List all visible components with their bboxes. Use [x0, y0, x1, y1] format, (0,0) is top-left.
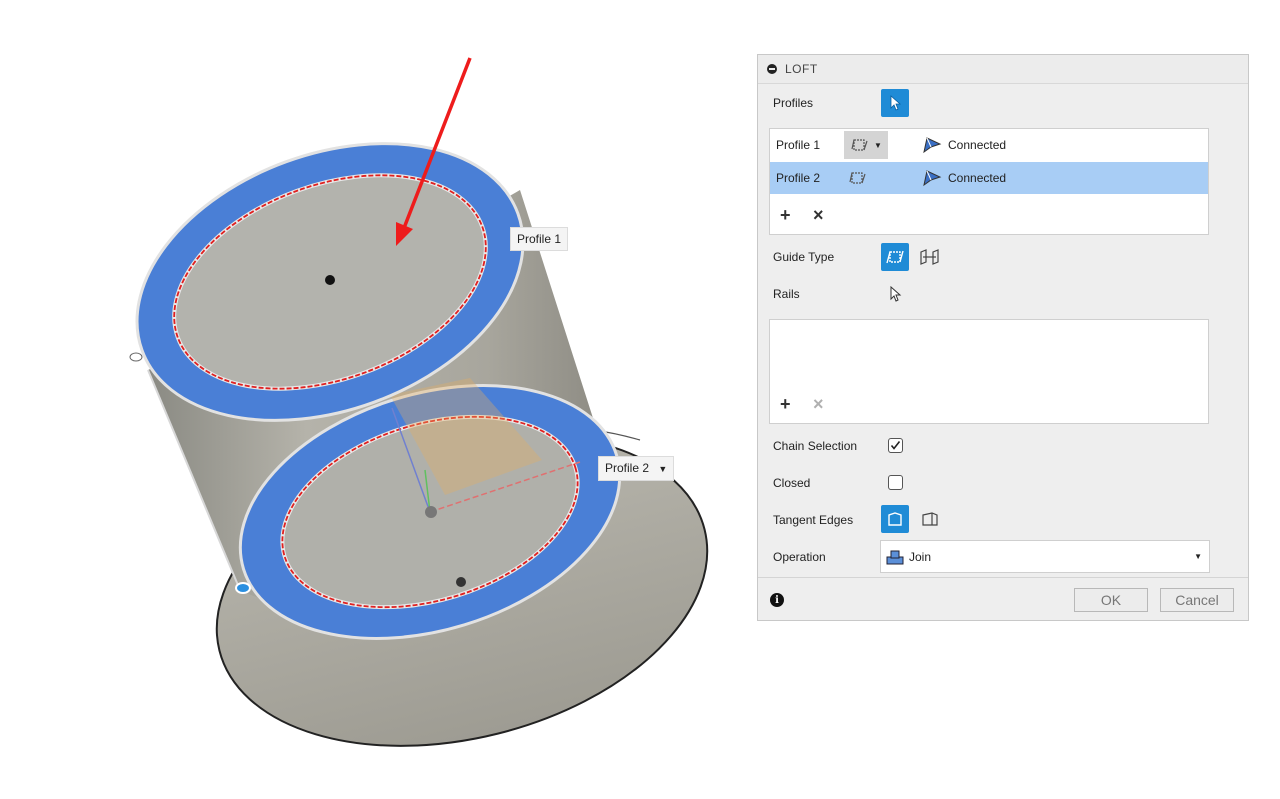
tangent-edges-keep-button[interactable] [916, 505, 944, 533]
dialog-title: LOFT [785, 62, 818, 76]
profile-2-seam-handle[interactable] [235, 582, 251, 594]
chevron-down-icon: ▼ [874, 140, 882, 150]
profile-condition-icon[interactable] [848, 170, 870, 186]
closed-label: Closed [773, 476, 811, 490]
rails-list: + × [769, 319, 1209, 424]
keep-tangent-icon [922, 512, 938, 526]
profiles-list: Profile 1 ▼ Connected Profile 2 Connecte… [769, 128, 1209, 235]
tangent-edges-label: Tangent Edges [773, 513, 854, 527]
rails-select-button[interactable] [881, 280, 909, 308]
remove-profile-button[interactable]: × [813, 205, 824, 226]
collapse-icon[interactable] [767, 64, 777, 74]
profile-condition-icon [851, 139, 868, 151]
merge-tangent-icon [888, 512, 902, 526]
loft-dialog: LOFT Profiles Profile 1 ▼ Connected Prof… [757, 54, 1249, 621]
profile-1-center-point [325, 275, 335, 285]
profile-status: Connected [948, 138, 1007, 152]
footer-divider [758, 577, 1248, 578]
profile-name: Profile 2 [776, 171, 821, 185]
chain-selection-label: Chain Selection [773, 439, 858, 453]
loft-model [129, 57, 709, 747]
profile-2-center-point [456, 577, 466, 587]
profile-2-tag[interactable]: Profile 2 ▼ [598, 456, 675, 481]
cancel-button[interactable]: Cancel [1160, 588, 1234, 612]
guide-type-centerline-button[interactable] [916, 243, 944, 271]
chevron-down-icon[interactable]: ▼ [658, 464, 667, 474]
profile-2-tag-label: Profile 2 [605, 461, 650, 475]
profile-name: Profile 1 [776, 138, 821, 152]
cursor-arrow-icon [890, 286, 902, 302]
chevron-down-icon: ▼ [1194, 552, 1202, 561]
operation-select[interactable]: Join ▼ [880, 540, 1210, 573]
tangent-edges-merge-button[interactable] [881, 505, 909, 533]
canvas-viewport[interactable]: Profile 1 Profile 2 ▼ [0, 0, 740, 794]
profile-status: Connected [948, 171, 1007, 185]
operation-value: Join [909, 549, 932, 564]
connected-icon [923, 137, 942, 154]
profile-1-tag-label: Profile 1 [517, 232, 562, 246]
info-icon[interactable]: i [770, 593, 784, 607]
rails-guide-icon [886, 250, 904, 264]
remove-rail-button[interactable]: × [813, 394, 824, 415]
operation-label: Operation [773, 550, 826, 564]
connected-icon [923, 170, 942, 187]
centerline-guide-icon [920, 249, 939, 265]
rails-label: Rails [773, 287, 800, 301]
guide-type-rails-button[interactable] [881, 243, 909, 271]
list-item[interactable]: Profile 1 ▼ Connected [770, 129, 1208, 161]
dialog-header[interactable]: LOFT [758, 55, 1248, 84]
ok-button[interactable]: OK [1074, 588, 1148, 612]
add-rail-button[interactable]: + [780, 394, 791, 415]
checkmark-icon [890, 441, 901, 450]
profiles-select-button[interactable] [881, 89, 909, 117]
profile-1-seam-handle[interactable] [129, 352, 143, 362]
guide-type-label: Guide Type [773, 250, 835, 264]
profile-1-tag[interactable]: Profile 1 [510, 227, 569, 251]
closed-checkbox[interactable] [888, 475, 903, 490]
join-icon [886, 550, 904, 564]
list-item[interactable]: Profile 2 Connected [770, 162, 1208, 194]
cursor-arrow-icon [890, 95, 902, 111]
chain-selection-checkbox[interactable] [888, 438, 903, 453]
profile-condition-dropdown[interactable]: ▼ [844, 131, 888, 159]
add-profile-button[interactable]: + [780, 205, 791, 226]
profiles-label: Profiles [773, 96, 814, 110]
